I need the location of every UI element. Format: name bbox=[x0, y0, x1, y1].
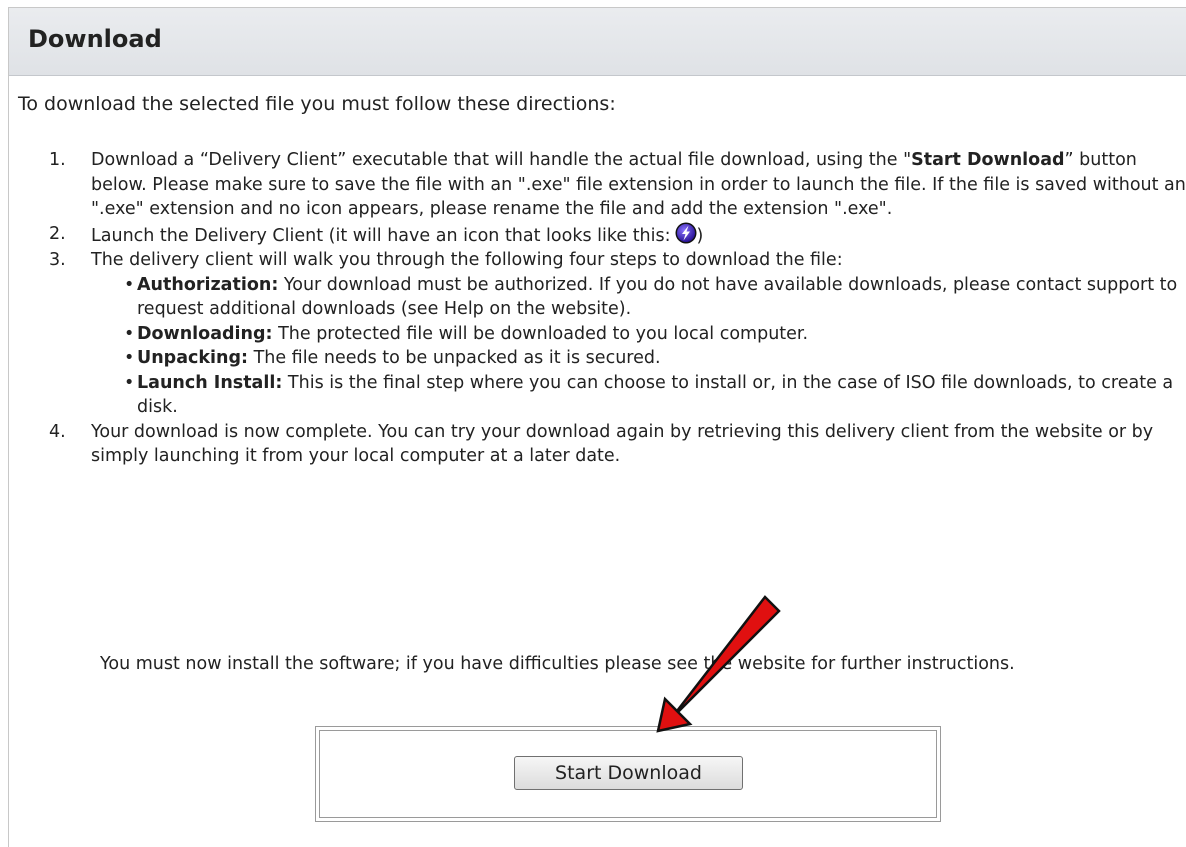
step-text: Launch the Delivery Client (it will have… bbox=[91, 225, 671, 246]
substep-item: • Authorization: Your download must be au… bbox=[91, 273, 1186, 322]
step-text: Download a “Delivery Client” executable … bbox=[91, 150, 912, 170]
panel-header: Download bbox=[9, 8, 1186, 76]
bullet: • bbox=[124, 323, 135, 344]
step-item: 2. Launch the Delivery Client (it will h… bbox=[40, 222, 1186, 249]
substep-label: Launch Install: bbox=[137, 372, 283, 393]
step-number: 2. bbox=[49, 223, 66, 244]
directions-list: 1. Download a “Delivery Client” executab… bbox=[40, 148, 1186, 469]
panel-title: Download bbox=[28, 24, 162, 53]
step-text: The delivery client will walk you throug… bbox=[91, 250, 843, 270]
lightning-bolt-icon bbox=[675, 222, 697, 243]
step-bold-text: Start Download bbox=[911, 150, 1065, 170]
start-download-button[interactable]: Start Download bbox=[514, 756, 743, 790]
step-item: 4. Your download is now complete. You ca… bbox=[40, 420, 1186, 469]
substep-label: Unpacking: bbox=[137, 348, 248, 368]
substep-text: This is the final step where you can cho… bbox=[137, 372, 1174, 418]
substep-label: Downloading: bbox=[137, 323, 273, 344]
step-number: 1. bbox=[49, 150, 66, 170]
step-number: 4. bbox=[49, 421, 66, 442]
step-item: 1. Download a “Delivery Client” executab… bbox=[40, 148, 1186, 222]
substep-list: • Authorization: Your download must be au… bbox=[91, 273, 1186, 420]
intro-text: To download the selected file you must f… bbox=[18, 93, 616, 115]
bullet: • bbox=[124, 348, 135, 368]
substep-item: • Launch Install: This is the final step … bbox=[91, 371, 1186, 420]
bullet: • bbox=[124, 372, 135, 393]
step-item: 3. The delivery client will walk you thr… bbox=[40, 248, 1186, 420]
substep-text: Your download must be authorized. If you… bbox=[137, 274, 1178, 320]
step-text: ) bbox=[696, 225, 704, 246]
substep-label: Authorization: bbox=[137, 274, 279, 295]
download-button-box: Start Download bbox=[315, 726, 941, 822]
bullet: • bbox=[124, 274, 135, 295]
install-note: You must now install the software; if yo… bbox=[100, 654, 1015, 674]
download-button-box-inner: Start Download bbox=[319, 730, 937, 818]
step-text: Your download is now complete. You can t… bbox=[91, 421, 1154, 467]
substep-text: The protected file will be downloaded to… bbox=[272, 323, 809, 344]
substep-text: The file needs to be unpacked as it is s… bbox=[248, 348, 661, 368]
step-number: 3. bbox=[49, 250, 66, 270]
substep-item: • Downloading: The protected file will be… bbox=[91, 322, 1186, 347]
substep-item: • Unpacking: The file needs to be unpacke… bbox=[91, 346, 1186, 371]
